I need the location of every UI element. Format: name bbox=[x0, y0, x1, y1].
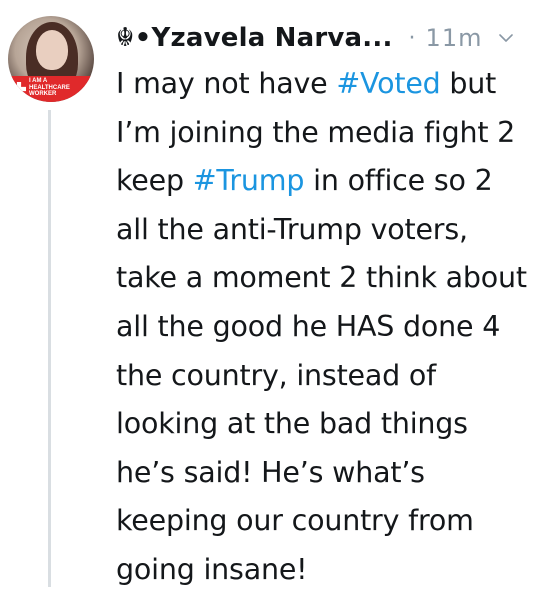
tweet-text-line: going insane! bbox=[116, 546, 536, 595]
hashtag-link[interactable]: #Voted bbox=[336, 67, 440, 100]
tweet-text-line: keeping our country from bbox=[116, 497, 536, 546]
tweet-text-segment: take a moment 2 think about bbox=[116, 261, 527, 295]
tweet-text-segment: all the anti-Trump voters, bbox=[116, 212, 468, 246]
timestamp[interactable]: 11m bbox=[426, 24, 483, 52]
tweet-text-segment: but bbox=[440, 67, 497, 100]
avatar-face bbox=[36, 30, 68, 70]
tweet-text: I may not have #Voted but I’m joining the… bbox=[116, 60, 536, 595]
tweet-text-segment: keeping our country from bbox=[116, 504, 474, 538]
tweet-text-segment: the country, instead of bbox=[116, 358, 436, 392]
avatar[interactable]: I AM A HEALTHCARE WORKER bbox=[8, 16, 94, 102]
tweet-text-line: I’m joining the media fight 2 bbox=[116, 109, 536, 158]
tweet-text-line: all the good he HAS done 4 bbox=[116, 303, 536, 352]
tweet-text-line: he’s said! He’s what’s bbox=[116, 449, 536, 498]
display-name[interactable]: ☬•Yzavela Narva... bbox=[116, 23, 393, 53]
tweet-text-segment: going insane! bbox=[116, 552, 308, 586]
tweet-text-segment: in office so 2 bbox=[304, 164, 493, 198]
header-separator: · bbox=[408, 25, 416, 51]
thread-line bbox=[48, 110, 51, 587]
tweet-text-line: I may not have #Voted but bbox=[116, 60, 536, 109]
chevron-down-icon[interactable] bbox=[498, 30, 514, 46]
avatar-badge-text: I AM A HEALTHCARE WORKER bbox=[29, 78, 70, 97]
tweet-text-segment: keep bbox=[116, 164, 193, 198]
tweet-text-line: take a moment 2 think about bbox=[116, 254, 536, 303]
tweet-text-line: all the anti-Trump voters, bbox=[116, 206, 536, 255]
tweet-text-line: the country, instead of bbox=[116, 352, 536, 401]
tweet-text-segment: I may not have bbox=[116, 67, 337, 100]
tweet: I AM A HEALTHCARE WORKER ☬•Yzavela Narva… bbox=[0, 0, 540, 587]
tweet-text-segment: he’s said! He’s what’s bbox=[116, 455, 425, 489]
tweet-text-segment: looking at the bad things bbox=[116, 407, 468, 441]
tweet-header: ☬•Yzavela Narva... · 11m bbox=[116, 14, 536, 62]
tweet-text-segment: all the good he HAS done 4 bbox=[116, 309, 501, 343]
hashtag-link[interactable]: #Trump bbox=[193, 164, 305, 197]
tweet-text-segment: I’m joining the media fight 2 bbox=[116, 115, 516, 149]
tweet-text-line: keep #Trump in office so 2 bbox=[116, 157, 536, 206]
tweet-text-line: looking at the bad things bbox=[116, 400, 536, 449]
